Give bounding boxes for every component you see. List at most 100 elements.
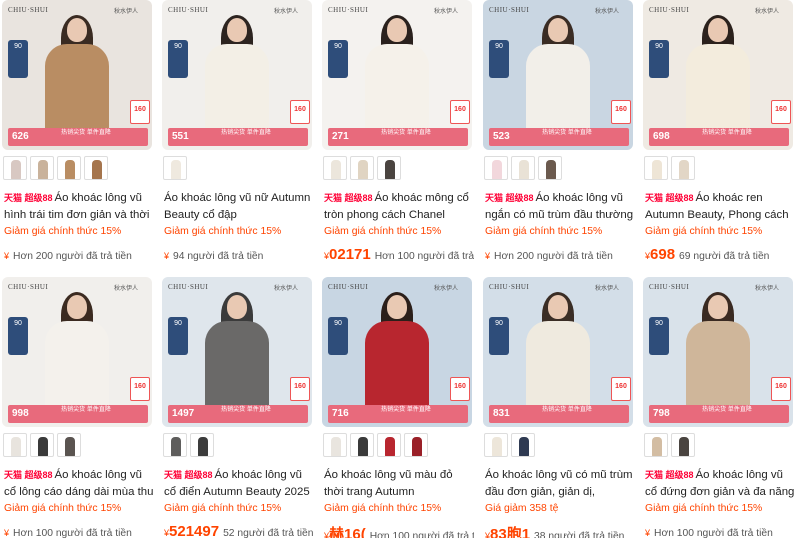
product-image[interactable]: CHIU·SHUI 秋水伊人 90 160 1497 热销尖货 单件直降 (162, 277, 312, 427)
product-image[interactable]: CHIU·SHUI 秋水伊人 90 160 551 热销尖货 单件直降 (162, 0, 312, 150)
banner-promo-text: 热销尖货 单件直降 (61, 130, 111, 136)
discount-label: Giảm giá chính thức 15% (164, 226, 282, 237)
color-variant-thumb[interactable] (3, 156, 27, 180)
banner-promo-text: 热销尖货 单件直降 (221, 130, 271, 136)
color-variant-thumb[interactable] (377, 433, 401, 457)
brand-logo: CHIU·SHUI (328, 6, 369, 14)
price-tag-sticker: 160 (290, 100, 310, 124)
product-image[interactable]: CHIU·SHUI 秋水伊人 90 160 831 热销尖货 单件直降 (483, 277, 633, 427)
sold-count: 52 người đã trả tiền (223, 528, 314, 538)
color-variant-thumb[interactable] (350, 156, 374, 180)
model-figure (45, 292, 109, 417)
product-title[interactable]: 天猫 超级88 Áo khoác lông vũ ngắn có mũ trùm … (485, 190, 635, 224)
product-image[interactable]: CHIU·SHUI 秋水伊人 90 160 798 热销尖货 单件直降 (643, 277, 793, 427)
product-image[interactable]: CHIU·SHUI 秋水伊人 90 160 716 热销尖货 单件直降 (322, 277, 472, 427)
banner-promo-text: 热销尖货 单件直降 (381, 130, 431, 136)
product-title[interactable]: 天猫 超级88 Áo khoác ren Autumn Beauty, Phong… (645, 190, 795, 224)
product-card[interactable]: CHIU·SHUI 秋水伊人 90 160 626 热销尖货 单件直降天猫 超级88 Áo … (0, 0, 152, 268)
product-card[interactable]: CHIU·SHUI 秋水伊人 90 160 551 热销尖货 单件直降 Áo khoác l… (160, 0, 312, 268)
color-variant-thumb[interactable] (57, 433, 81, 457)
tmall-badge: 天猫 超级88 (4, 193, 53, 203)
discount-label: Giảm giá chính thức 15% (645, 226, 763, 237)
banner-price: 1497 (172, 408, 195, 419)
product-card[interactable]: CHIU·SHUI 秋水伊人 90 160 271 热销尖货 单件直降天猫 超级88 Áo … (320, 0, 474, 268)
banner-promo-text: 热销尖货 单件直降 (542, 407, 592, 413)
color-variant-thumb[interactable] (671, 156, 695, 180)
color-variant-thumb[interactable] (3, 433, 27, 457)
product-image[interactable]: CHIU·SHUI 秋水伊人 90 160 626 热销尖货 单件直降 (2, 0, 152, 150)
price-tag-sticker: 160 (130, 377, 150, 401)
color-variant-thumb[interactable] (404, 433, 428, 457)
product-card[interactable]: CHIU·SHUI 秋水伊人 90 160 698 热销尖货 单件直降天猫 超级88 Áo … (641, 0, 793, 268)
price-row: ¥83胞1 38 người đã trả tiền (485, 523, 635, 538)
tmall-badge: 天猫 超级88 (485, 193, 534, 203)
tmall-badge: 天猫 超级88 (645, 193, 694, 203)
banner-price: 998 (12, 408, 29, 419)
tmall-badge: 天猫 超级88 (4, 470, 53, 480)
color-variant-thumb[interactable] (323, 433, 347, 457)
price-tag-sticker: 160 (611, 100, 631, 124)
down-fill-badge: 90 (489, 317, 509, 355)
banner-price: 523 (493, 131, 510, 142)
color-variant-thumb[interactable] (671, 433, 695, 457)
product-title[interactable]: Áo khoác lông vũ nữ Autumn Beauty cổ đập (164, 190, 314, 224)
product-title[interactable]: 天猫 超级88 Áo khoác mông cổ tròn phong cách … (324, 190, 474, 224)
currency-symbol: ¥ (645, 528, 651, 538)
product-title[interactable]: 天猫 超级88 Áo khoác lông vũ cổ lông cáo dáng… (4, 467, 154, 501)
promo-banner: 271 热销尖货 单件直降 (328, 128, 468, 146)
price-row: ¥ Hơn 100 người đã trả tiền (645, 523, 795, 538)
product-title[interactable]: Áo khoác lông vũ có mũ trùm đầu đơn giản… (485, 467, 635, 501)
color-variant-thumb[interactable] (350, 433, 374, 457)
color-variant-thumb[interactable] (484, 433, 508, 457)
down-fill-badge: 90 (489, 40, 509, 78)
product-title[interactable]: 天猫 超级88 Áo khoác lông vũ cổ điển Autumn B… (164, 467, 314, 501)
color-variant-thumb[interactable] (30, 433, 54, 457)
promo-banner: 698 热销尖货 单件直降 (649, 128, 789, 146)
color-variants (323, 156, 401, 182)
discount-label: Giảm giá chính thức 15% (164, 503, 282, 514)
price-row: ¥521497 52 người đã trả tiền (164, 523, 314, 538)
color-variant-thumb[interactable] (511, 433, 535, 457)
sold-count: Hơn 200 người đã trả tiền (13, 251, 132, 262)
product-title[interactable]: Áo khoác lông vũ màu đỏ thời trang Autum… (324, 467, 474, 501)
product-title-text: Áo khoác lông vũ có mũ trùm đầu đơn giản… (485, 469, 633, 498)
brand-logo-cn: 秋水伊人 (274, 286, 299, 292)
promo-banner: 626 热销尖货 单件直降 (8, 128, 148, 146)
color-variant-thumb[interactable] (644, 156, 668, 180)
discount-label: Giảm giá chính thức 15% (4, 503, 122, 514)
color-variant-thumb[interactable] (57, 156, 81, 180)
color-variant-thumb[interactable] (511, 156, 535, 180)
product-card[interactable]: CHIU·SHUI 秋水伊人 90 160 831 热销尖货 单件直降 Áo khoác l… (481, 277, 633, 538)
product-title[interactable]: 天猫 超级88 Áo khoác lông vũ cổ đứng đơn giản… (645, 467, 795, 501)
color-variant-thumb[interactable] (84, 156, 108, 180)
product-image[interactable]: CHIU·SHUI 秋水伊人 90 160 698 热销尖货 单件直降 (643, 0, 793, 150)
color-variant-thumb[interactable] (644, 433, 668, 457)
product-card[interactable]: CHIU·SHUI 秋水伊人 90 160 1497 热销尖货 单件直降天猫 超级88 Áo… (160, 277, 314, 538)
product-image[interactable]: CHIU·SHUI 秋水伊人 90 160 271 热销尖货 单件直降 (322, 0, 472, 150)
color-variant-thumb[interactable] (377, 156, 401, 180)
color-variant-thumb[interactable] (163, 156, 187, 180)
color-variant-thumb[interactable] (190, 433, 214, 457)
model-figure (205, 15, 269, 140)
down-fill-badge: 90 (328, 317, 348, 355)
product-image[interactable]: CHIU·SHUI 秋水伊人 90 160 523 热销尖货 单件直降 (483, 0, 633, 150)
product-price: 83胞1 (490, 526, 531, 538)
product-card[interactable]: CHIU·SHUI 秋水伊人 90 160 716 热销尖货 单件直降 Áo khoác l… (320, 277, 474, 538)
product-card[interactable]: CHIU·SHUI 秋水伊人 90 160 798 热销尖货 单件直降天猫 超级88 Áo … (641, 277, 795, 538)
color-variant-thumb[interactable] (163, 433, 187, 457)
banner-promo-text: 热销尖货 单件直降 (702, 130, 752, 136)
color-variant-thumb[interactable] (484, 156, 508, 180)
model-figure (686, 15, 750, 140)
product-card[interactable]: CHIU·SHUI 秋水伊人 90 160 998 热销尖货 单件直降 天猫 超级88 Áo … (0, 277, 154, 538)
down-fill-badge: 90 (168, 40, 188, 78)
color-variant-thumb[interactable] (30, 156, 54, 180)
product-image[interactable]: CHIU·SHUI 秋水伊人 90 160 998 热销尖货 单件直降 (2, 277, 152, 427)
product-card[interactable]: CHIU·SHUI 秋水伊人 90 160 523 热销尖货 单件直降 天猫 超级88 Áo … (481, 0, 633, 268)
color-variant-thumb[interactable] (323, 156, 347, 180)
brand-logo-cn: 秋水伊人 (755, 9, 780, 15)
sold-count: 38 người đã trả tiền (534, 531, 625, 538)
down-fill-badge: 90 (8, 40, 28, 78)
product-title[interactable]: 天猫 超级88 Áo khoác lông vũ hình trái tim đơ… (4, 190, 154, 224)
discount-label: Giảm giá chính thức 15% (645, 503, 763, 514)
color-variant-thumb[interactable] (538, 156, 562, 180)
